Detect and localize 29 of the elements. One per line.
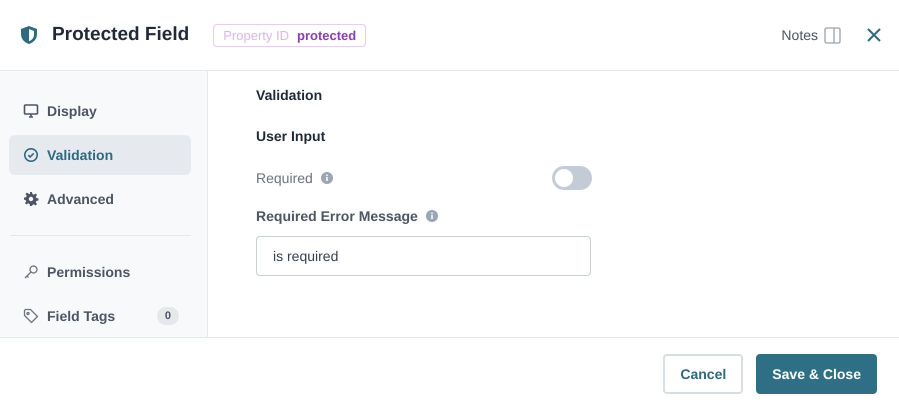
sidebar-item[interactable]: Permissions [9,252,191,292]
sidebar-item[interactable]: Display [9,91,191,131]
dialog-title: Protected Field [52,24,190,46]
error-message-field[interactable]: is required [256,236,591,276]
gear-icon [23,191,39,207]
sidebar-item[interactable]: Field Tags 0 [9,296,191,336]
save-close-button[interactable]: Save & Close [756,354,877,394]
info-icon [320,172,333,184]
sidebar-item[interactable]: Validation [9,135,191,175]
shield-icon [20,25,38,45]
section-title: Validation [256,87,324,103]
check-circle-icon [23,147,39,163]
required-label: Required [256,170,313,186]
sidebar-item[interactable]: Advanced [9,179,191,219]
required-toggle[interactable] [552,166,592,190]
panel-icon [824,26,841,44]
count-badge: 0 [156,307,179,325]
notes-button[interactable]: Notes [781,26,841,44]
error-message-label: Required Error Message [256,208,418,224]
subsection-title: User Input [256,128,326,144]
key-icon [23,264,39,280]
property-id-label: Property ID [223,28,289,42]
tag-icon [23,308,39,324]
property-id-value: protected [297,28,356,42]
close-icon [867,28,881,42]
info-icon [426,210,438,222]
monitor-icon [23,103,39,119]
close-button[interactable] [867,28,881,42]
cancel-button[interactable]: Cancel [663,354,744,394]
